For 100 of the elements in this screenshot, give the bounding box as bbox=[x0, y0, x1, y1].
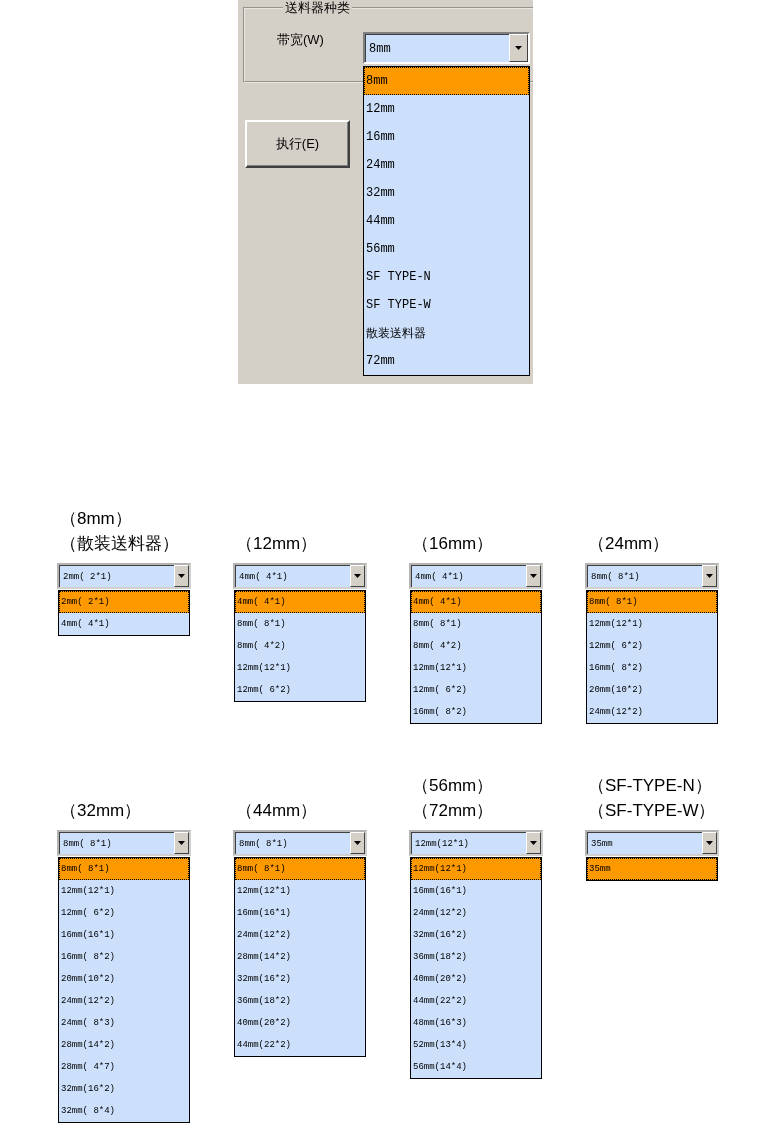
dropdown-option[interactable]: SF TYPE-W bbox=[364, 291, 529, 319]
combo-box[interactable]: 8mm bbox=[363, 32, 530, 64]
dropdown-option[interactable]: 16mm bbox=[364, 123, 529, 151]
width-caption: （SF-TYPE-N） bbox=[588, 775, 712, 797]
dropdown-option[interactable]: 40mm(20*2) bbox=[411, 968, 541, 990]
dropdown-option[interactable]: 8mm( 4*2) bbox=[235, 635, 365, 657]
dropdown-option[interactable]: 16mm(16*1) bbox=[59, 924, 189, 946]
dropdown-button[interactable] bbox=[174, 832, 189, 854]
width-caption: （72mm） bbox=[412, 800, 494, 822]
dropdown-option[interactable]: 56mm bbox=[364, 235, 529, 263]
dropdown-option[interactable]: 20mm(10*2) bbox=[59, 968, 189, 990]
dropdown-option[interactable]: 12mm( 6*2) bbox=[587, 635, 717, 657]
dropdown-button[interactable] bbox=[526, 565, 541, 587]
dropdown-option[interactable]: 16mm(16*1) bbox=[411, 880, 541, 902]
dropdown-option[interactable]: 32mm(16*2) bbox=[235, 968, 365, 990]
dropdown-option[interactable]: 8mm( 8*1) bbox=[411, 613, 541, 635]
caret-down-icon bbox=[354, 574, 361, 578]
dropdown-button[interactable] bbox=[702, 832, 717, 854]
dropdown-option[interactable]: 12mm bbox=[364, 95, 529, 123]
dropdown-option[interactable]: 28mm(14*2) bbox=[59, 1034, 189, 1056]
caret-down-icon bbox=[530, 574, 537, 578]
width-caption: （56mm） bbox=[412, 775, 494, 797]
dropdown-option[interactable]: 12mm(12*1) bbox=[235, 880, 365, 902]
dropdown-option[interactable]: 12mm( 6*2) bbox=[411, 679, 541, 701]
combo-box[interactable]: 12mm(12*1) bbox=[409, 830, 543, 856]
dropdown-option[interactable]: 32mm bbox=[364, 179, 529, 207]
dropdown-option[interactable]: 24mm(12*2) bbox=[411, 902, 541, 924]
group-title: 送料器种类 bbox=[284, 0, 351, 15]
dropdown-option[interactable]: 16mm( 8*2) bbox=[587, 657, 717, 679]
dropdown-button[interactable] bbox=[350, 832, 365, 854]
dropdown-option[interactable]: 4mm( 4*1) bbox=[59, 613, 189, 635]
dropdown-option[interactable]: 52mm(13*4) bbox=[411, 1034, 541, 1056]
dropdown-option[interactable]: 2mm( 2*1) bbox=[59, 591, 189, 613]
caret-down-icon bbox=[706, 841, 713, 845]
caret-down-icon bbox=[706, 574, 713, 578]
dropdown-option[interactable]: 24mm(12*2) bbox=[59, 990, 189, 1012]
dropdown-option[interactable]: 24mm(12*2) bbox=[235, 924, 365, 946]
dropdown-option[interactable]: 8mm( 8*1) bbox=[59, 858, 189, 880]
execute-button[interactable]: 执行(E) bbox=[245, 120, 350, 168]
caret-down-icon bbox=[354, 841, 361, 845]
dropdown-option[interactable]: 16mm( 8*2) bbox=[411, 701, 541, 723]
dropdown-option[interactable]: 4mm( 4*1) bbox=[411, 591, 541, 613]
dropdown-option[interactable]: 44mm(22*2) bbox=[235, 1034, 365, 1056]
combo-box[interactable]: 4mm( 4*1) bbox=[233, 563, 367, 589]
dropdown-option[interactable]: 4mm( 4*1) bbox=[235, 591, 365, 613]
combo-box[interactable]: 2mm( 2*1) bbox=[57, 563, 191, 589]
dropdown-option[interactable]: 散装送料器 bbox=[364, 319, 529, 347]
dropdown-option[interactable]: 12mm(12*1) bbox=[59, 880, 189, 902]
dropdown-option[interactable]: 20mm(10*2) bbox=[587, 679, 717, 701]
dropdown-option[interactable]: 32mm(16*2) bbox=[411, 924, 541, 946]
combo-box[interactable]: 8mm( 8*1) bbox=[57, 830, 191, 856]
dropdown-option[interactable]: 36mm(18*2) bbox=[235, 990, 365, 1012]
dropdown-option[interactable]: 24mm(12*2) bbox=[587, 701, 717, 723]
width-caption: （8mm） bbox=[60, 508, 132, 530]
dropdown-option[interactable]: 28mm(14*2) bbox=[235, 946, 365, 968]
dropdown-option[interactable]: 12mm(12*1) bbox=[411, 858, 541, 880]
width-caption: （散装送料器） bbox=[60, 533, 179, 555]
dropdown-option[interactable]: 8mm( 8*1) bbox=[235, 858, 365, 880]
dropdown-option[interactable]: 12mm( 6*2) bbox=[59, 902, 189, 924]
dropdown-option[interactable]: SF TYPE-N bbox=[364, 263, 529, 291]
dropdown-option[interactable]: 12mm(12*1) bbox=[411, 657, 541, 679]
caret-down-icon bbox=[530, 841, 537, 845]
dropdown-button[interactable] bbox=[702, 565, 717, 587]
width-caption: （32mm） bbox=[60, 800, 142, 822]
dropdown-option[interactable]: 8mm( 4*2) bbox=[411, 635, 541, 657]
width-caption: （SF-TYPE-W） bbox=[588, 800, 716, 822]
dropdown-option[interactable]: 12mm(12*1) bbox=[587, 613, 717, 635]
dropdown-option[interactable]: 28mm( 4*7) bbox=[59, 1056, 189, 1078]
dropdown-option[interactable]: 72mm bbox=[364, 347, 529, 375]
combo-box[interactable]: 35mm bbox=[585, 830, 719, 856]
width-caption: （12mm） bbox=[236, 533, 318, 555]
width-caption: （16mm） bbox=[412, 533, 494, 555]
dropdown-option[interactable]: 36mm(18*2) bbox=[411, 946, 541, 968]
dropdown-option[interactable]: 8mm( 8*1) bbox=[235, 613, 365, 635]
dropdown-button[interactable] bbox=[174, 565, 189, 587]
dropdown-option[interactable]: 12mm( 6*2) bbox=[235, 679, 365, 701]
dropdown-option[interactable]: 32mm( 8*4) bbox=[59, 1100, 189, 1122]
dropdown-button[interactable] bbox=[526, 832, 541, 854]
dropdown-option[interactable]: 24mm( 8*3) bbox=[59, 1012, 189, 1034]
combo-box[interactable]: 4mm( 4*1) bbox=[409, 563, 543, 589]
dropdown-option[interactable]: 44mm bbox=[364, 207, 529, 235]
combo-box[interactable]: 8mm( 8*1) bbox=[585, 563, 719, 589]
dropdown-option[interactable]: 12mm(12*1) bbox=[235, 657, 365, 679]
dropdown-button[interactable] bbox=[350, 565, 365, 587]
dropdown-option[interactable]: 48mm(16*3) bbox=[411, 1012, 541, 1034]
dropdown-option[interactable]: 16mm( 8*2) bbox=[59, 946, 189, 968]
caret-down-icon bbox=[178, 841, 185, 845]
dropdown-option[interactable]: 8mm bbox=[364, 67, 529, 95]
combo-box[interactable]: 8mm( 8*1) bbox=[233, 830, 367, 856]
dropdown-option[interactable]: 24mm bbox=[364, 151, 529, 179]
dropdown-option[interactable]: 32mm(16*2) bbox=[59, 1078, 189, 1100]
dropdown-option[interactable]: 35mm bbox=[587, 858, 717, 880]
dropdown-option[interactable]: 44mm(22*2) bbox=[411, 990, 541, 1012]
dropdown-option[interactable]: 40mm(20*2) bbox=[235, 1012, 365, 1034]
field-label: 带宽(W) bbox=[277, 32, 325, 47]
width-caption: （44mm） bbox=[236, 800, 318, 822]
dropdown-option[interactable]: 16mm(16*1) bbox=[235, 902, 365, 924]
dropdown-option[interactable]: 56mm(14*4) bbox=[411, 1056, 541, 1078]
dropdown-button[interactable] bbox=[509, 34, 528, 62]
dropdown-option[interactable]: 8mm( 8*1) bbox=[587, 591, 717, 613]
